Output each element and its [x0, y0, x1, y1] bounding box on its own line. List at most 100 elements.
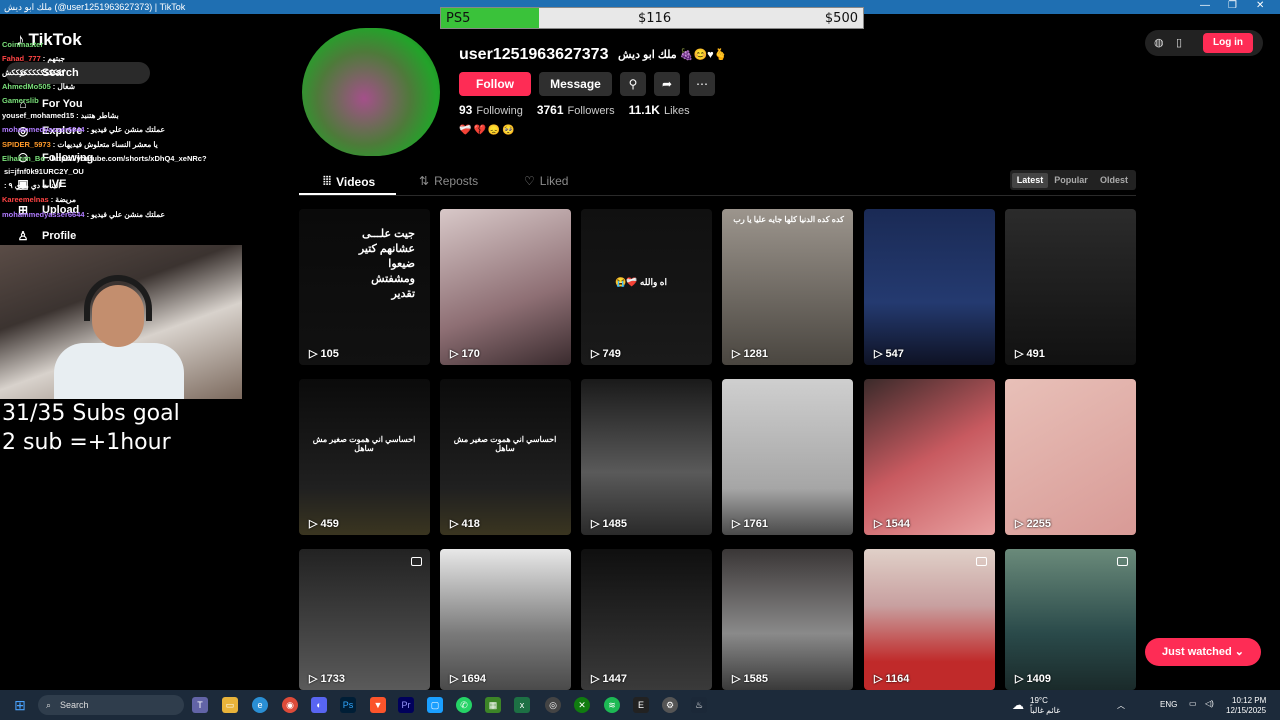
goal-target: $500 — [824, 11, 858, 26]
video-card[interactable]: ▷ 1694 — [440, 549, 571, 690]
view-count: 459 — [320, 518, 339, 530]
network-icon[interactable]: ▭ — [1189, 699, 1197, 708]
goal-current: $116 — [638, 11, 672, 26]
video-card[interactable]: ▷ 1447 — [581, 549, 712, 690]
webcam-feed — [0, 245, 242, 399]
subs-goal-text: 31/35 Subs goal — [2, 401, 180, 426]
view-count: 1733 — [320, 673, 345, 685]
file-explorer-icon[interactable]: ▭ — [222, 697, 238, 713]
video-card[interactable]: احساسي اني هموت صغير مش ساهل ▷ 459 — [299, 379, 430, 535]
taskbar-search[interactable]: ⌕ Search — [38, 695, 184, 715]
view-count: 418 — [461, 518, 480, 530]
video-views: ▷ 2255 — [1015, 517, 1051, 530]
chat-username: SPIDER_5973 — [2, 140, 51, 149]
more-options-icon[interactable]: ⋯ — [689, 72, 715, 96]
tab-liked[interactable]: ♡ Liked — [524, 174, 568, 188]
play-icon: ▷ — [591, 673, 603, 685]
following-stat[interactable]: 93 Following — [459, 103, 523, 117]
chat-text: : https://youtube.com/shorts/xDhQ4_xeNRc… — [46, 154, 207, 163]
obs-icon[interactable]: ◎ — [545, 697, 561, 713]
excel-icon[interactable]: x — [514, 697, 530, 713]
chrome-icon[interactable]: ◉ — [282, 697, 298, 713]
follow-button[interactable]: Follow — [459, 72, 531, 96]
steam-icon[interactable]: ♨ — [691, 697, 707, 713]
premiere-icon[interactable]: Pr — [398, 697, 414, 713]
play-icon: ▷ — [874, 348, 886, 360]
video-card[interactable]: ▷ 1761 — [722, 379, 853, 535]
chat-text: : البنات دي مري ٩ — [4, 181, 61, 190]
video-views: ▷ 1733 — [309, 672, 345, 685]
clock-date[interactable]: 12/15/2025 — [1226, 706, 1266, 715]
video-views: ▷ 1694 — [450, 672, 486, 685]
video-card[interactable]: اه والله ❤️‍🩹😭 ▷ 749 — [581, 209, 712, 365]
followers-stat[interactable]: 3761 Followers — [537, 103, 615, 117]
likes-stat: 11.1K Likes — [628, 103, 690, 117]
message-button[interactable]: Message — [539, 72, 612, 96]
video-caption-overlay: احساسي اني هموت صغير مش ساهل — [453, 435, 557, 453]
maximize-icon[interactable]: ❐ — [1228, 0, 1237, 11]
teams-icon[interactable]: T — [192, 697, 208, 713]
tab-videos[interactable]: ⦙⦙⦙ Videos — [323, 174, 375, 189]
just-watched-button[interactable]: Just watched ⌄ — [1145, 638, 1261, 666]
close-icon[interactable]: ✕ — [1256, 0, 1264, 11]
video-card[interactable]: كده كده الدنيا كلها جايه عليا يا رب ▷ 128… — [722, 209, 853, 365]
spotify-icon[interactable]: ≋ — [604, 697, 620, 713]
coins-icon[interactable]: ◍ — [1154, 36, 1164, 49]
tab-label: Videos — [336, 174, 376, 189]
view-count: 749 — [602, 348, 621, 360]
window-title: ملك ابو ديش (@user1251963627373) | TikTo… — [4, 1, 186, 12]
video-card[interactable]: ▷ 491 — [1005, 209, 1136, 365]
clock-time[interactable]: 10:12 PM — [1232, 696, 1266, 705]
add-friend-icon[interactable]: ⚲ — [620, 72, 646, 96]
sidebar-item-profile[interactable]: ♙ Profile — [16, 229, 77, 243]
profile-avatar[interactable] — [302, 28, 440, 156]
tab-divider — [299, 195, 1136, 196]
view-count: 1761 — [743, 518, 768, 530]
video-card[interactable]: ▷ 1485 — [581, 379, 712, 535]
taskbar-search-label: Search — [60, 700, 89, 710]
minimize-icon[interactable]: — — [1200, 0, 1210, 11]
capcut-icon[interactable]: ▢ — [427, 697, 443, 713]
weather-cloud-icon: ☁ — [1012, 698, 1024, 712]
sort-latest-button[interactable]: Latest — [1012, 173, 1048, 188]
sort-oldest-button[interactable]: Oldest — [1096, 173, 1132, 188]
share-icon[interactable]: ➦ — [654, 72, 680, 96]
play-icon: ▷ — [450, 348, 462, 360]
discord-icon[interactable]: ◐ — [311, 697, 327, 713]
chat-text: : يا معشر النساء متعلوش فيديهات — [52, 140, 158, 149]
video-card[interactable]: ▷ 2255 — [1005, 379, 1136, 535]
tab-reposts[interactable]: ⇅ Reposts — [419, 174, 478, 188]
subs-rule-text: 2 sub =+1hour — [2, 430, 171, 455]
chevron-up-icon[interactable]: ︿ — [1117, 700, 1125, 711]
video-card[interactable]: ▷ 170 — [440, 209, 571, 365]
video-caption-overlay: كده كده الدنيا كلها جايه عليا يا رب — [733, 215, 844, 224]
video-card[interactable]: جيت علـــى عشانهم كتير ضيعوا ومشفتش تقدي… — [299, 209, 430, 365]
view-count: 491 — [1026, 348, 1045, 360]
video-card[interactable]: ▷ 1585 — [722, 549, 853, 690]
epic-games-icon[interactable]: E — [633, 697, 649, 713]
login-button[interactable]: Log in — [1203, 33, 1253, 53]
edge-icon[interactable]: e — [252, 697, 268, 713]
language-indicator[interactable]: ENG — [1160, 700, 1177, 709]
volume-icon[interactable]: ◁) — [1205, 699, 1214, 708]
whatsapp-icon[interactable]: ✆ — [456, 697, 472, 713]
windows-start-icon[interactable]: ⊞ — [12, 697, 28, 713]
xbox-icon[interactable]: ✕ — [574, 697, 590, 713]
minecraft-icon[interactable]: ▦ — [485, 697, 501, 713]
video-card[interactable]: ▷ 1409 — [1005, 549, 1136, 690]
video-card[interactable]: ▷ 1733 — [299, 549, 430, 690]
chevron-down-icon: ⌄ — [1234, 646, 1244, 658]
play-icon: ▷ — [450, 518, 462, 530]
video-card[interactable]: ▷ 547 — [864, 209, 995, 365]
phone-icon[interactable]: ▯ — [1176, 36, 1182, 49]
video-card[interactable]: ▷ 1164 — [864, 549, 995, 690]
weather-desc: غائم غالباً — [1030, 706, 1061, 715]
settings-icon[interactable]: ⚙ — [662, 697, 678, 713]
tab-label: Reposts — [434, 174, 479, 188]
play-icon: ▷ — [732, 673, 744, 685]
photoshop-icon[interactable]: Ps — [340, 697, 356, 713]
video-card[interactable]: ▷ 1544 — [864, 379, 995, 535]
brave-icon[interactable]: ▼ — [370, 697, 386, 713]
video-card[interactable]: احساسي اني هموت صغير مش ساهل ▷ 418 — [440, 379, 571, 535]
sort-popular-button[interactable]: Popular — [1052, 173, 1090, 188]
